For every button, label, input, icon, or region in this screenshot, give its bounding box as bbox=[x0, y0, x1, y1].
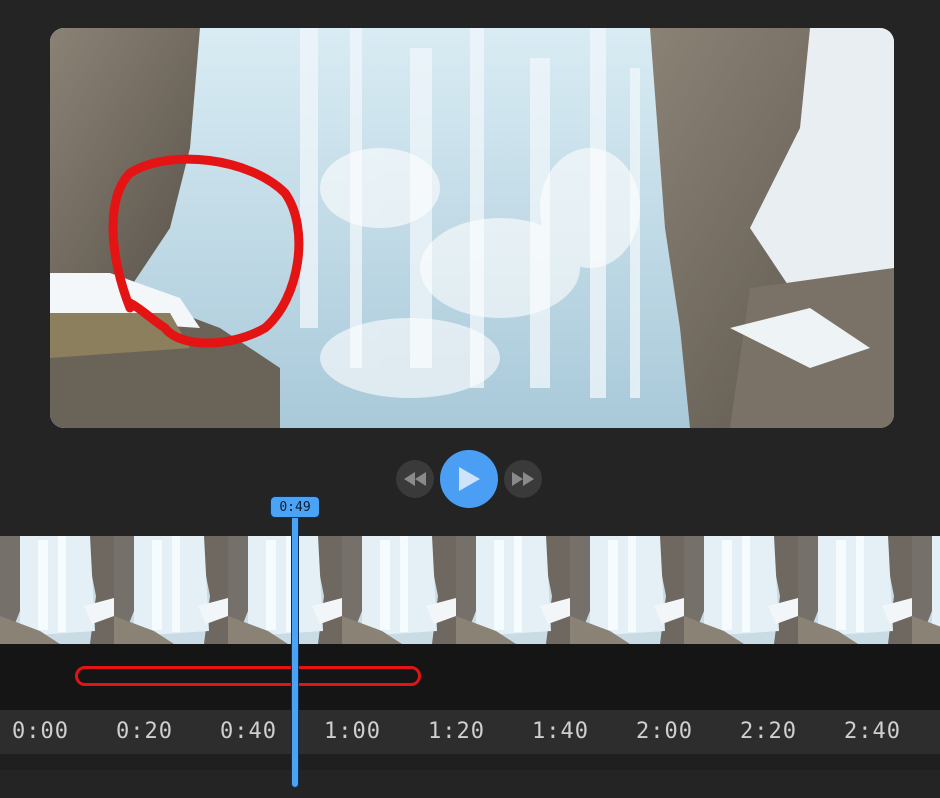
timeline-scroll-bar[interactable] bbox=[0, 754, 940, 770]
filmstrip-frame bbox=[114, 536, 228, 644]
time-ruler[interactable]: 0:00 0:20 0:40 1:00 1:20 1:40 2:00 2:20 2:40 bbox=[0, 710, 940, 754]
playhead[interactable] bbox=[291, 508, 299, 788]
filmstrip-frame bbox=[342, 536, 456, 644]
ruler-tick: 1:40 bbox=[532, 719, 589, 744]
ruler-tick: 1:20 bbox=[428, 719, 485, 744]
filmstrip[interactable] bbox=[0, 536, 940, 644]
playback-controls bbox=[0, 450, 940, 508]
filmstrip-frame bbox=[228, 536, 342, 644]
ruler-tick: 2:00 bbox=[636, 719, 693, 744]
ruler-tick: 0:20 bbox=[116, 719, 173, 744]
ruler-tick: 0:40 bbox=[220, 719, 277, 744]
rewind-icon bbox=[404, 472, 426, 486]
filmstrip-frame bbox=[798, 536, 912, 644]
clip-track[interactable] bbox=[0, 644, 940, 710]
fast-forward-button[interactable] bbox=[504, 460, 542, 498]
filmstrip-frame bbox=[0, 536, 114, 644]
video-frame bbox=[50, 28, 894, 428]
filmstrip-frame bbox=[570, 536, 684, 644]
play-button[interactable] bbox=[440, 450, 498, 508]
filmstrip-frame bbox=[456, 536, 570, 644]
ruler-tick: 2:40 bbox=[844, 719, 901, 744]
rewind-button[interactable] bbox=[396, 460, 434, 498]
fast-forward-icon bbox=[512, 472, 534, 486]
ruler-tick: 2:20 bbox=[740, 719, 797, 744]
selection-annotation bbox=[75, 666, 421, 686]
ruler-tick: 1:00 bbox=[324, 719, 381, 744]
filmstrip-frame bbox=[912, 536, 940, 644]
video-preview[interactable] bbox=[50, 28, 894, 428]
ruler-tick: 0:00 bbox=[12, 719, 69, 744]
playhead-time[interactable]: 0:49 bbox=[270, 496, 320, 518]
filmstrip-frame bbox=[684, 536, 798, 644]
play-icon bbox=[459, 467, 480, 491]
